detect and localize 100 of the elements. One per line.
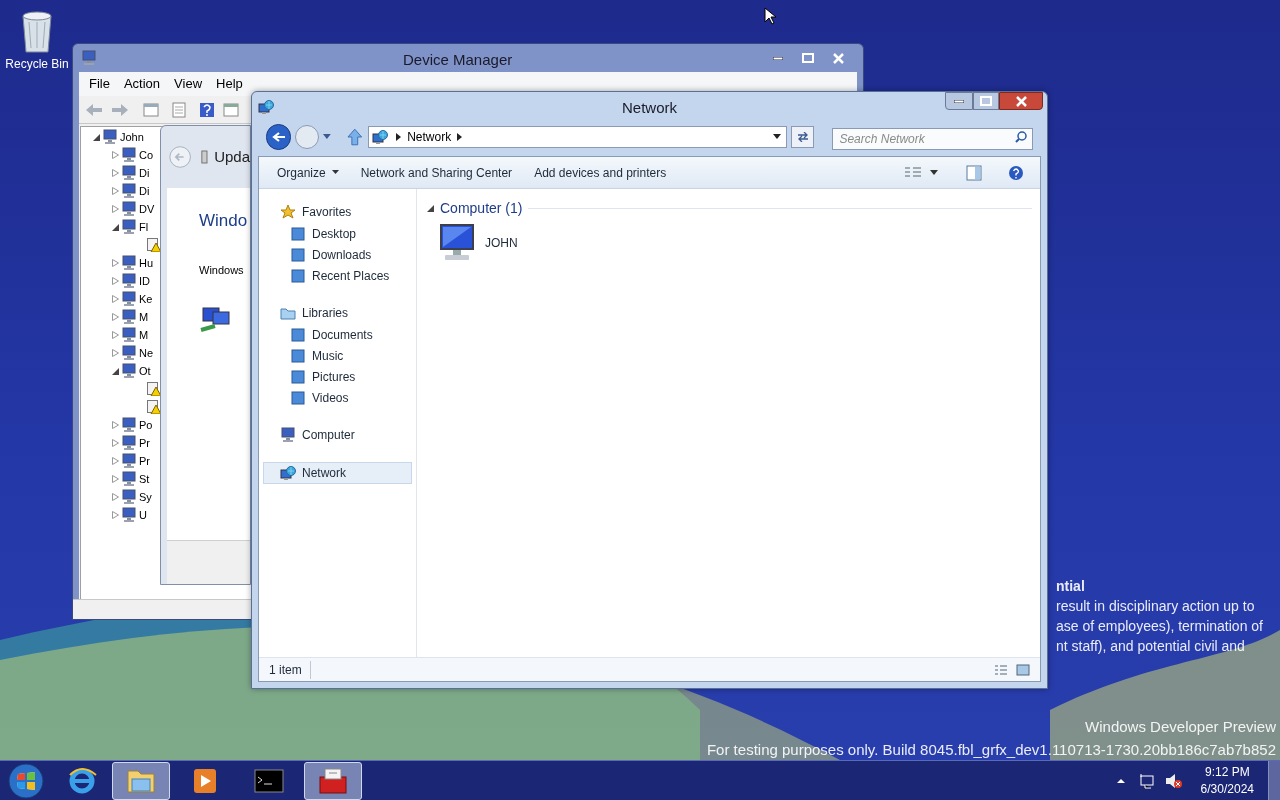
speaker-muted-icon[interactable] bbox=[1164, 772, 1183, 789]
preview-pane-icon[interactable] bbox=[966, 164, 982, 181]
command-button[interactable]: Network and Sharing Center bbox=[352, 160, 521, 185]
tree-item[interactable]: Di bbox=[139, 164, 150, 182]
nav-item[interactable]: Pictures bbox=[263, 366, 412, 387]
chevron-up-icon[interactable] bbox=[1116, 777, 1125, 784]
expanded-arrow-icon[interactable] bbox=[112, 223, 119, 231]
collapsed-arrow-icon[interactable] bbox=[112, 277, 119, 285]
collapsed-arrow-icon[interactable] bbox=[112, 205, 119, 213]
tree-item[interactable]: Hu bbox=[139, 254, 154, 272]
tree-item[interactable]: M bbox=[139, 308, 149, 326]
menu-item[interactable]: Help bbox=[216, 74, 243, 94]
tree-item[interactable]: John bbox=[120, 128, 144, 146]
collapsed-arrow-icon[interactable] bbox=[112, 313, 119, 321]
tree-item[interactable]: Fl bbox=[139, 218, 149, 236]
collapsed-arrow-icon[interactable] bbox=[112, 421, 119, 429]
expanded-arrow-icon[interactable] bbox=[93, 133, 100, 141]
breadcrumb[interactable]: Network bbox=[407, 128, 452, 146]
properties-icon[interactable] bbox=[143, 101, 159, 118]
nav-item[interactable]: Favorites bbox=[263, 201, 412, 223]
window-icon[interactable] bbox=[223, 101, 239, 118]
large-icons-view-icon[interactable] bbox=[1016, 663, 1030, 676]
tree-item[interactable]: U bbox=[139, 506, 147, 524]
collapsed-arrow-icon[interactable] bbox=[112, 169, 119, 177]
collapsed-arrow-icon[interactable] bbox=[112, 259, 119, 267]
details-view-icon[interactable] bbox=[994, 663, 1008, 676]
close-button[interactable] bbox=[999, 92, 1043, 110]
address-bar[interactable]: Network bbox=[368, 126, 787, 148]
document-icon[interactable] bbox=[171, 101, 187, 118]
collapsed-arrow-icon[interactable] bbox=[112, 511, 119, 519]
back-button[interactable] bbox=[266, 124, 292, 150]
group-header[interactable]: Computer (1) bbox=[440, 197, 523, 219]
tree-item[interactable]: DV bbox=[139, 200, 155, 218]
collapsed-arrow-icon[interactable] bbox=[112, 187, 119, 195]
collapsed-arrow-icon[interactable] bbox=[112, 331, 119, 339]
clock-date[interactable]: 6/30/2024 bbox=[1200, 780, 1254, 798]
tree-item[interactable]: Ke bbox=[139, 290, 153, 308]
refresh-button[interactable] bbox=[791, 126, 815, 148]
device-item[interactable]: JOHN bbox=[485, 234, 518, 252]
tree-item[interactable]: St bbox=[139, 470, 150, 488]
taskbar-button[interactable] bbox=[304, 761, 362, 800]
nav-item[interactable]: Music bbox=[263, 345, 412, 366]
dropdown-caret-icon[interactable] bbox=[773, 134, 781, 140]
device-icon bbox=[121, 363, 137, 379]
command-button[interactable]: Organize bbox=[269, 160, 347, 185]
minimize-button[interactable] bbox=[945, 92, 973, 110]
folder-icon bbox=[290, 326, 306, 343]
device-icon bbox=[121, 435, 137, 451]
menu-item[interactable]: Action bbox=[123, 74, 161, 94]
command-button[interactable]: Add devices and printers bbox=[526, 160, 675, 185]
show-desktop-button[interactable] bbox=[1268, 760, 1280, 800]
collapsed-arrow-icon[interactable] bbox=[112, 295, 119, 303]
nav-item[interactable]: Computer bbox=[263, 424, 412, 446]
tree-item[interactable]: Ne bbox=[139, 344, 154, 362]
recycle-bin-label[interactable]: Recycle Bin bbox=[5, 58, 69, 70]
close-icon bbox=[832, 52, 844, 64]
menu-item[interactable]: File bbox=[89, 74, 110, 94]
taskbar-button[interactable] bbox=[112, 761, 170, 800]
up-arrow-icon[interactable] bbox=[346, 128, 363, 146]
tree-item[interactable]: Ot bbox=[139, 362, 151, 380]
nav-item[interactable]: Downloads bbox=[263, 244, 412, 265]
search-field[interactable]: Search Network bbox=[832, 128, 1033, 150]
collapsed-arrow-icon[interactable] bbox=[112, 493, 119, 501]
close-icon bbox=[1015, 95, 1027, 107]
tree-item[interactable]: Pr bbox=[139, 434, 150, 452]
tree-item[interactable]: ID bbox=[139, 272, 150, 290]
back-arrow-icon[interactable] bbox=[85, 102, 103, 117]
tree-item[interactable]: Po bbox=[139, 416, 153, 434]
collapsed-arrow-icon[interactable] bbox=[112, 457, 119, 465]
view-options-icon[interactable] bbox=[904, 165, 922, 180]
dialog-text: Windows bbox=[199, 262, 245, 278]
expanded-arrow-icon[interactable] bbox=[112, 367, 119, 375]
help-icon[interactable] bbox=[199, 101, 215, 118]
tree-item[interactable]: Pr bbox=[139, 452, 150, 470]
start-button-icon[interactable] bbox=[8, 762, 44, 799]
tree-item[interactable]: Co bbox=[139, 146, 154, 164]
nav-item[interactable]: Videos bbox=[263, 387, 412, 408]
nav-item[interactable]: Desktop bbox=[263, 223, 412, 244]
collapsed-arrow-icon[interactable] bbox=[112, 151, 119, 159]
recycle-bin-icon[interactable] bbox=[19, 8, 55, 54]
collapsed-arrow-icon[interactable] bbox=[112, 349, 119, 357]
search-icon[interactable] bbox=[1015, 131, 1027, 143]
tree-item[interactable]: Di bbox=[139, 182, 150, 200]
collapsed-arrow-icon[interactable] bbox=[112, 475, 119, 483]
back-button-icon[interactable] bbox=[169, 144, 192, 170]
forward-arrow-icon[interactable] bbox=[111, 102, 129, 117]
nav-item[interactable]: Libraries bbox=[263, 302, 412, 324]
menu-item[interactable]: View bbox=[174, 74, 203, 94]
nav-item[interactable]: Documents bbox=[263, 324, 412, 345]
network-icon[interactable] bbox=[1138, 772, 1157, 789]
maximize-button[interactable] bbox=[973, 92, 999, 110]
expanded-arrow-icon[interactable] bbox=[427, 204, 434, 212]
dropdown-caret-icon[interactable] bbox=[930, 169, 938, 176]
tree-item[interactable]: M bbox=[139, 326, 149, 344]
nav-item[interactable]: Network bbox=[263, 462, 412, 484]
clock-time[interactable]: 9:12 PM bbox=[1204, 763, 1250, 781]
help-icon[interactable] bbox=[1008, 164, 1024, 181]
nav-item[interactable]: Recent Places bbox=[263, 265, 412, 286]
tree-item[interactable]: Sy bbox=[139, 488, 152, 506]
collapsed-arrow-icon[interactable] bbox=[112, 439, 119, 447]
